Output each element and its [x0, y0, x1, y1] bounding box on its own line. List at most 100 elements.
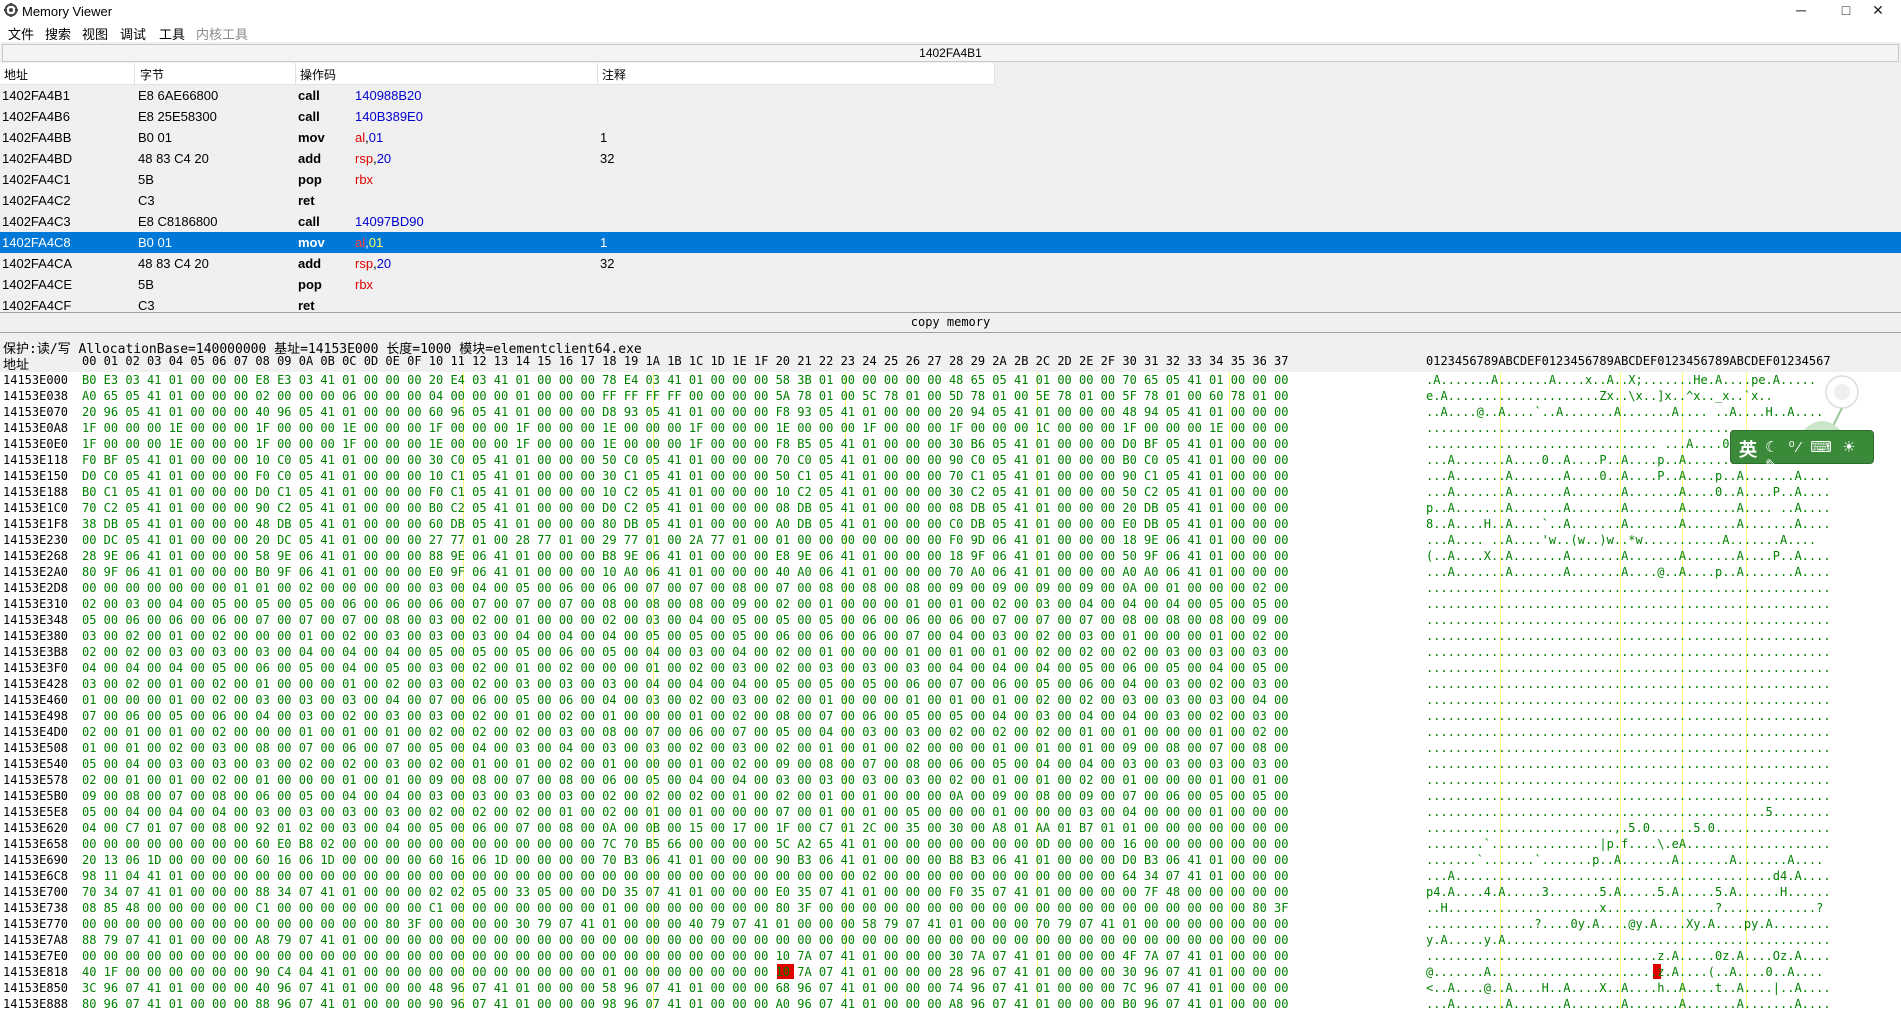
hex-row[interactable]: 14153E850 3C 96 07 41 01 00 00 00 40 96 0… [0, 980, 1901, 996]
menu-debug[interactable]: 调试 [120, 24, 146, 43]
disassembler-row[interactable]: 1402FA4BD 48 83 C4 20 add rsp,20 32 [0, 148, 1901, 169]
operand-value: 20 [376, 256, 392, 271]
disassembler-row[interactable]: 1402FA4CA 48 83 C4 20 add rsp,20 32 [0, 253, 1901, 274]
header-address[interactable]: 地址 [4, 66, 28, 83]
hex-row[interactable]: 14153E230 00 DC 05 41 01 00 00 00 20 DC 0… [0, 532, 1901, 548]
hex-row[interactable]: 14153E888 80 96 07 41 01 00 00 00 88 96 0… [0, 996, 1901, 1009]
hex-row[interactable]: 14153E690 20 13 06 1D 00 00 00 00 60 16 0… [0, 852, 1901, 868]
hex-row[interactable]: 14153E620 04 00 C7 01 07 00 08 00 92 01 0… [0, 820, 1901, 836]
menu-bar: 文件 搜索 视图 调试 工具 内核工具 [0, 22, 1901, 42]
header-divider[interactable] [134, 63, 135, 84]
minimize-button[interactable]: ─ [1778, 0, 1824, 22]
hex-row-bytes: 00 DC 05 41 01 00 00 00 20 DC 05 41 01 0… [82, 533, 1289, 547]
hex-row[interactable]: 14153E310 02 00 03 00 04 00 05 00 05 00 0… [0, 596, 1901, 612]
header-opcode[interactable]: 操作码 [300, 66, 336, 83]
hex-row[interactable]: 14153E3B8 02 00 02 00 03 00 03 00 03 00 0… [0, 644, 1901, 660]
close-button[interactable]: ✕ [1855, 0, 1901, 22]
disassembler-row[interactable]: 1402FA4BB B0 01 mov al,01 1 [0, 127, 1901, 148]
disassembler-row[interactable]: 1402FA4C2 C3 ret [0, 190, 1901, 211]
hex-row[interactable]: 14153E3F0 04 00 04 00 04 00 05 00 06 00 0… [0, 660, 1901, 676]
hex-row[interactable]: 14153E428 03 00 02 00 01 00 02 00 01 00 0… [0, 676, 1901, 692]
hex-row[interactable]: 14153E578 02 00 01 00 01 00 02 00 01 00 0… [0, 772, 1901, 788]
hex-row-ascii: ........................................… [1426, 757, 1831, 771]
instruction-opcode: add [298, 256, 322, 271]
hex-row[interactable]: 14153E7E0 00 00 00 00 00 00 00 00 00 00 0… [0, 948, 1901, 964]
instruction-opcode: ret [298, 193, 315, 208]
header-divider[interactable] [295, 63, 296, 84]
hex-row[interactable]: 14153E2A0 80 9F 06 41 01 00 00 00 B0 9F 0… [0, 564, 1901, 580]
hex-row[interactable]: 14153E2D8 00 00 00 00 00 00 00 01 01 00 0… [0, 580, 1901, 596]
hex-row[interactable]: 14153E070 20 96 05 41 01 00 00 00 40 96 0… [0, 404, 1901, 420]
hex-row[interactable]: 14153E5B0 09 00 08 00 07 00 08 00 06 00 0… [0, 788, 1901, 804]
copy-memory-bar[interactable]: copy memory [0, 312, 1901, 333]
hex-row[interactable]: 14153E738 08 85 48 00 00 00 00 00 C1 00 0… [0, 900, 1901, 916]
hex-row[interactable]: 14153E118 F0 BF 05 41 01 00 00 00 10 C0 0… [0, 452, 1901, 468]
ime-language-toggle[interactable]: 英 [1739, 436, 1757, 462]
instruction-address: 1402FA4C3 [2, 214, 71, 229]
title-bar: Memory Viewer ─ □ ✕ [0, 0, 1901, 22]
hex-row[interactable]: 14153E188 B0 C1 05 41 01 00 00 00 D0 C1 0… [0, 484, 1901, 500]
hex-row[interactable]: 14153E508 01 00 01 00 02 00 03 00 08 00 0… [0, 740, 1901, 756]
hex-row-address: 14153E3F0 [3, 661, 69, 675]
hex-row[interactable]: 14153E540 05 00 04 00 03 00 03 00 03 00 0… [0, 756, 1901, 772]
hex-row[interactable]: 14153E700 70 34 07 41 01 00 00 00 88 34 0… [0, 884, 1901, 900]
disassembler-row-selected[interactable]: 1402FA4C8 B0 01 mov al,01 1 [0, 232, 1901, 253]
hex-row-bytes: 02 00 01 00 01 00 02 00 01 00 00 00 01 0… [82, 773, 1289, 787]
header-comment[interactable]: 注释 [602, 66, 626, 83]
disassembler-row[interactable]: 1402FA4C3 E8 C8186800 call 14097BD90 [0, 211, 1901, 232]
hex-row[interactable]: 14153E0A8 1F 00 00 00 1E 00 00 00 1F 00 0… [0, 420, 1901, 436]
menu-file[interactable]: 文件 [8, 24, 34, 43]
hex-row[interactable]: 14153E000 B0 E3 03 41 01 00 00 00 E8 E3 0… [0, 372, 1901, 388]
ime-tool-icons[interactable]: ☾ ⁰⁄ ⌨ ☀ ✎ [1765, 438, 1873, 474]
menu-kernel-tools: 内核工具 [196, 27, 249, 42]
hex-row-ascii: ........`...............|p.f....\.eA....… [1426, 837, 1831, 851]
hex-row-bytes: 28 9E 06 41 01 00 00 00 58 9E 06 41 01 0… [82, 549, 1289, 563]
instruction-operands: rsp,20 [355, 148, 391, 169]
hex-row[interactable]: 14153E818 40 1F 00 00 00 00 00 00 90 C4 0… [0, 964, 1901, 980]
disassembler-row[interactable]: 1402FA4CE 5B pop rbx [0, 274, 1901, 295]
hex-row[interactable]: 14153E268 28 9E 06 41 01 00 00 00 58 9E 0… [0, 548, 1901, 564]
hex-row[interactable]: 14153E498 07 00 06 00 05 00 06 00 04 00 0… [0, 708, 1901, 724]
hex-row-address: 14153E230 [3, 533, 69, 547]
hex-view[interactable]: 14153E000 B0 E3 03 41 01 00 00 00 E8 E3 0… [0, 372, 1901, 1009]
header-bytes[interactable]: 字节 [140, 66, 164, 83]
disassembler-address-bar[interactable]: 1402FA4B1 [2, 44, 1899, 62]
menu-search[interactable]: 搜索 [45, 24, 71, 43]
disassembler-row[interactable]: 1402FA4B1 E8 6AE66800 call 140988B20 [0, 85, 1901, 106]
hex-row-address: 14153E4D0 [3, 725, 69, 739]
hex-row-bytes: 04 00 C7 01 07 00 08 00 92 01 02 00 03 0… [82, 821, 1289, 835]
hex-row[interactable]: 14153E380 03 00 02 00 01 00 02 00 00 00 0… [0, 628, 1901, 644]
hex-row[interactable]: 14153E7A8 88 79 07 41 01 00 00 00 A8 79 0… [0, 932, 1901, 948]
hex-row[interactable]: 14153E0E0 1F 00 00 00 1E 00 00 00 1F 00 0… [0, 436, 1901, 452]
disassembler-row[interactable]: 1402FA4C1 5B pop rbx [0, 169, 1901, 190]
header-divider[interactable] [994, 63, 995, 84]
hex-row-ascii: ........................................… [1426, 645, 1831, 659]
hex-row[interactable]: 14153E348 05 00 06 00 06 00 06 00 07 00 0… [0, 612, 1901, 628]
hex-row-ascii: y.A.....y.A.............................… [1426, 933, 1831, 947]
hex-row[interactable]: 14153E6C8 98 11 04 41 01 00 00 00 00 00 0… [0, 868, 1901, 884]
hex-row[interactable]: 14153E1C0 70 C2 05 41 01 00 00 00 90 C2 0… [0, 500, 1901, 516]
disassembler-list[interactable]: 1402FA4B1 E8 6AE66800 call 140988B20 1402FA4… [0, 85, 1901, 312]
hex-row-bytes: 80 9F 06 41 01 00 00 00 B0 9F 06 41 01 0… [82, 565, 1289, 579]
hex-row[interactable]: 14153E4D0 02 00 01 00 01 00 02 00 00 00 0… [0, 724, 1901, 740]
hex-row[interactable]: 14153E460 01 00 00 00 01 00 02 00 03 00 0… [0, 692, 1901, 708]
instruction-operands: 140988B20 [355, 85, 422, 106]
hex-row-ascii: ........................................… [1426, 773, 1831, 787]
menu-view[interactable]: 视图 [82, 24, 108, 43]
hex-row-ascii: ...A....................................… [1426, 869, 1831, 883]
disassembler-row[interactable]: 1402FA4B6 E8 25E58300 call 140B389E0 [0, 106, 1901, 127]
hex-row[interactable]: 14153E658 00 00 00 00 00 00 00 00 60 E0 B… [0, 836, 1901, 852]
hex-row[interactable]: 14153E5E8 05 00 04 00 04 00 04 00 03 00 0… [0, 804, 1901, 820]
hex-row[interactable]: 14153E770 00 00 00 00 00 00 00 00 00 00 0… [0, 916, 1901, 932]
hex-row-address: 14153E850 [3, 981, 69, 995]
ime-toolbar[interactable]: 英 ☾ ⁰⁄ ⌨ ☀ ✎ [1730, 430, 1874, 474]
instruction-bytes: E8 25E58300 [138, 109, 217, 124]
header-divider[interactable] [597, 63, 598, 84]
hex-row[interactable]: 14153E150 D0 C0 05 41 01 00 00 00 F0 C0 0… [0, 468, 1901, 484]
disassembler-row[interactable]: 1402FA4CF C3 ret [0, 295, 1901, 312]
menu-tools[interactable]: 工具 [159, 24, 185, 43]
hex-row-address: 14153E5E8 [3, 805, 69, 819]
hex-row[interactable]: 14153E038 A0 65 05 41 01 00 00 00 02 00 0… [0, 388, 1901, 404]
hex-row-ascii: ........................................… [1426, 725, 1831, 739]
hex-row[interactable]: 14153E1F8 38 DB 05 41 01 00 00 00 48 DB 0… [0, 516, 1901, 532]
